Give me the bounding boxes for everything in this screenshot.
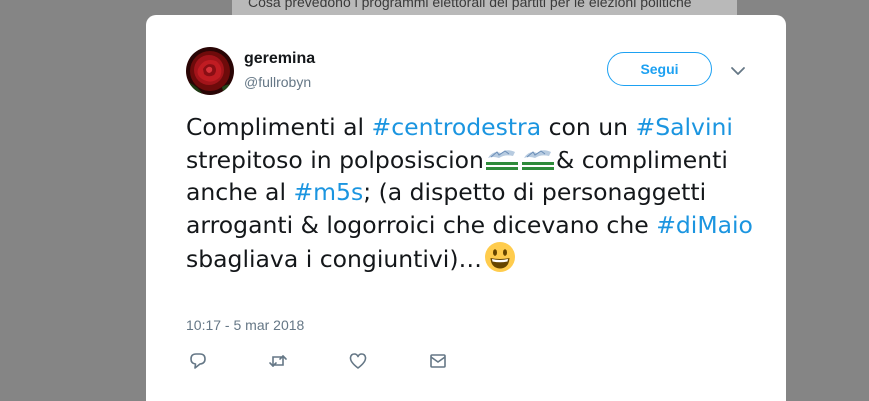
tweet-text: Complimenti al #centrodestra con un #Sal… (186, 111, 756, 276)
more-options-button[interactable] (730, 63, 746, 77)
tweet-text-segment: sbagliava i congiuntivi)… (186, 245, 482, 273)
tweet-text-segment: con un (541, 113, 636, 141)
like-button[interactable] (348, 351, 368, 371)
avatar[interactable] (186, 47, 234, 95)
direct-message-icon (430, 354, 446, 368)
chevron-down-icon (731, 67, 745, 75)
follow-button[interactable]: Segui (607, 52, 712, 86)
retweet-button[interactable] (268, 351, 288, 371)
tweet-timestamp[interactable]: 10:17 - 5 mar 2018 (186, 317, 304, 333)
background-headline: Cosa prevedono i programmi elettorali de… (248, 0, 692, 10)
tweet-text-segment: strepitoso in polposiscion (186, 145, 484, 174)
italian-flag-emoji-icon (485, 146, 519, 172)
reply-icon (190, 353, 206, 369)
hashtag-dimaio[interactable]: #diMaio (656, 211, 753, 239)
retweet-icon (269, 355, 287, 367)
italian-flag-emoji-icon (521, 146, 555, 172)
display-name[interactable]: geremina (244, 50, 315, 68)
red-rose-avatar-icon (186, 47, 234, 95)
user-handle[interactable]: @fullrobyn (244, 74, 311, 90)
like-icon (349, 353, 367, 369)
reply-button[interactable] (188, 351, 208, 371)
direct-message-button[interactable] (428, 351, 448, 371)
tweet-card: geremina @fullrobyn Segui Complimenti al… (146, 15, 786, 401)
background-page-strip: Cosa prevedono i programmi elettorali de… (232, 0, 737, 16)
hashtag-m5s[interactable]: #m5s (293, 178, 363, 206)
hashtag-salvini[interactable]: #Salvini (636, 113, 733, 141)
tweet-text-segment: Complimenti al (186, 113, 372, 141)
grinning-face-emoji-icon (484, 241, 516, 273)
hashtag-centrodestra[interactable]: #centrodestra (372, 113, 542, 141)
